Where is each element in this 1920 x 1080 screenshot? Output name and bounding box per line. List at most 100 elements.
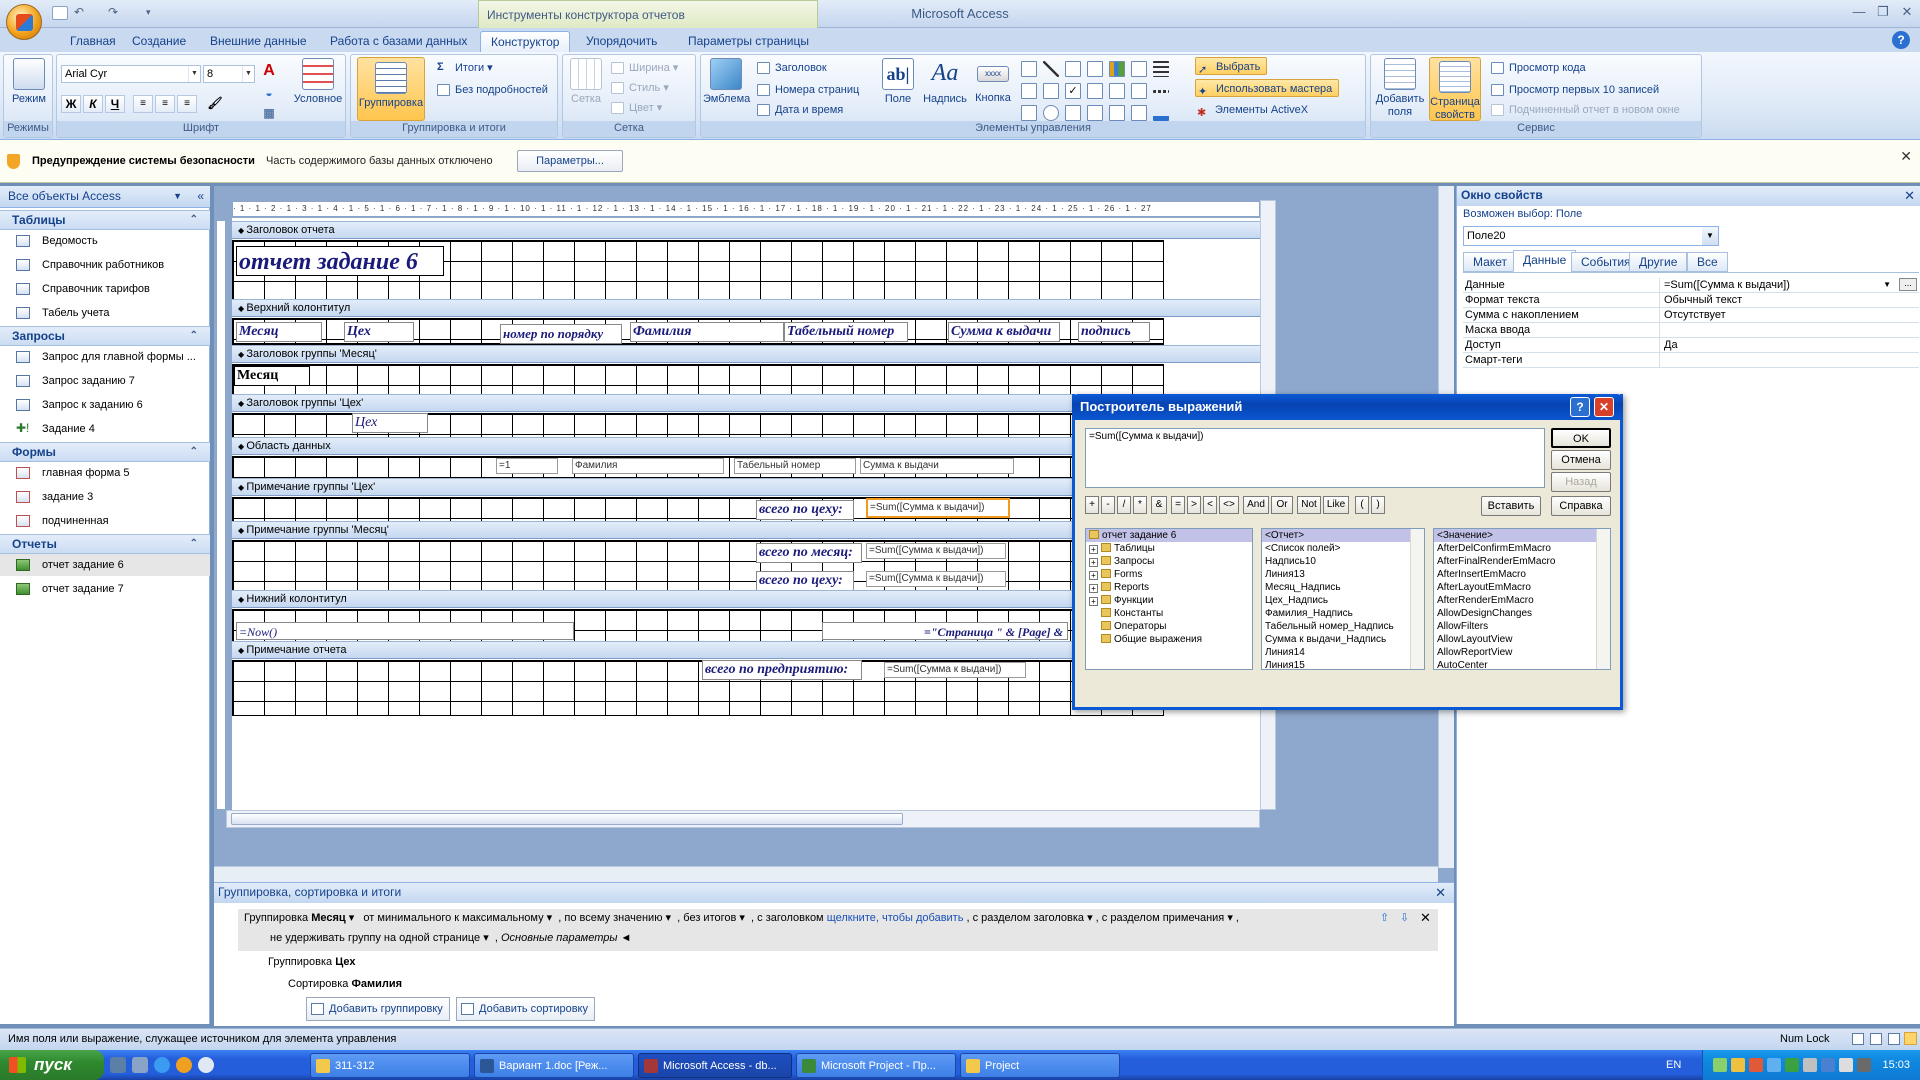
list-item[interactable]: + Reports [1086,581,1252,594]
list-item[interactable]: <Список полей> [1262,542,1424,555]
detail-number-field[interactable]: =1 [496,458,558,474]
prop-value[interactable] [1659,323,1915,337]
expand-icon[interactable]: + [1089,558,1098,567]
hyperlink-icon[interactable] [1087,61,1103,77]
width-button[interactable]: Ширина ▾ [609,59,678,77]
op-minus-button[interactable]: - [1101,496,1115,514]
op-lparen-button[interactable]: ( [1355,496,1369,514]
value-list[interactable]: <Значение> AfterDelConfirmEmMacro AfterF… [1433,528,1611,670]
prop-value[interactable]: Отсутствует [1659,308,1915,322]
sort-field-name[interactable]: Фамилия [351,978,402,990]
tab-database-tools[interactable]: Работа с базами данных [320,31,477,52]
list-item[interactable]: AllowFilters [1434,620,1610,633]
tab-external-data[interactable]: Внешние данные [200,31,317,52]
quicklaunch-icon[interactable] [132,1057,148,1073]
prop-value[interactable] [1659,353,1915,367]
color-button[interactable]: Цвет ▾ [609,99,662,117]
underline-button[interactable]: Ч [105,95,125,113]
header-label-number[interactable]: номер по порядку [500,324,622,344]
nav-item-table[interactable]: Справочник тарифов [0,278,210,300]
add-title-link[interactable]: щелкните, чтобы добавить [827,912,964,924]
font-size-combo[interactable]: 8 ▼ [203,65,255,83]
align-center-button[interactable]: ≡ [155,95,175,113]
undo-icon[interactable]: ↶ [74,6,90,20]
report-title-label[interactable]: отчет задание 6 [236,246,444,276]
prop-row-control-source[interactable]: Данные =Sum([Сумма к выдачи]) ▼... [1463,278,1919,293]
start-button[interactable]: пуск [0,1050,104,1080]
help-icon[interactable]: ? [1570,397,1590,417]
header-label-sum[interactable]: Сумма к выдачи [948,322,1060,342]
tab-home[interactable]: Главная [60,31,126,52]
scroll-thumb[interactable] [231,813,903,825]
line-thickness-icon[interactable] [1153,61,1169,77]
group-field-name[interactable]: Цех [335,956,355,968]
nav-item-query[interactable]: Запрос к заданию 6 [0,394,210,416]
close-icon[interactable]: ✕ [1904,186,1915,205]
footer-page-field[interactable]: ="Страница " & [Page] & [822,622,1068,640]
list-item[interactable]: +Константы [1086,607,1252,620]
field-button[interactable]: ab| Поле [879,58,917,106]
customize-qat-icon[interactable]: ▾ [146,6,162,20]
property-sheet-button[interactable]: Страница свойств [1429,57,1481,121]
prop-value[interactable]: Да [1659,338,1915,352]
view-button[interactable]: Режим [9,58,49,106]
taskbar-item-folder[interactable]: 311-312 [310,1053,470,1078]
subreport-window-button[interactable]: Подчиненный отчет в новом окне [1489,101,1680,119]
help-button[interactable]: Справка [1551,496,1611,516]
group-on-option[interactable]: по всему значению [564,912,662,924]
chevron-down-icon[interactable]: ▼ [1883,278,1891,292]
chevron-down-icon[interactable]: ▼ [173,186,182,207]
tray-icon[interactable] [1785,1058,1799,1072]
activex-button[interactable]: ✱ Элементы ActiveX [1195,101,1308,119]
close-button[interactable]: ✕ [1894,4,1920,22]
expression-box[interactable]: =Sum([Сумма к выдачи]) [1085,428,1545,488]
move-up-icon[interactable]: ⇧ [1380,909,1389,927]
nav-item-report[interactable]: отчет задание 6 [0,554,210,576]
nav-section-forms[interactable]: Формы ⌃ [0,442,210,462]
font-name-combo[interactable]: Arial Cyr ▼ [61,65,201,83]
nav-item-table[interactable]: Табель учета [0,302,210,324]
conditional-format-button[interactable]: Условное [291,58,345,106]
page-numbers-button[interactable]: Номера страниц [755,81,859,99]
outer-horizontal-scrollbar[interactable] [214,866,1438,882]
clock[interactable]: 15:03 [1882,1050,1910,1080]
close-icon[interactable]: ✕ [1900,148,1912,165]
list-item[interactable]: Сумма к выдачи_Надпись [1262,633,1424,646]
save-icon[interactable] [52,6,68,20]
op-multiply-button[interactable]: * [1133,496,1147,514]
nav-item-query[interactable]: Запрос для главной формы ... [0,346,210,368]
prop-row-input-mask[interactable]: Маска ввода [1463,323,1919,338]
nav-item-form[interactable]: подчиненная [0,510,210,532]
builder-ellipsis-icon[interactable]: ... [1899,278,1917,291]
cex-total-field[interactable]: =Sum([Сумма к выдачи]) [866,498,1010,518]
list-item[interactable]: <Отчет> [1262,529,1424,542]
nav-section-queries[interactable]: Запросы ⌃ [0,326,210,346]
office-button[interactable] [6,4,42,40]
nav-item-form[interactable]: задание 3 [0,486,210,508]
expand-icon[interactable]: + [1089,545,1098,554]
list-item[interactable]: AllowDesignChanges [1434,607,1610,620]
prop-tab-other[interactable]: Другие [1629,252,1688,272]
select-button[interactable]: ➚ Выбрать [1195,57,1268,76]
nav-section-reports[interactable]: Отчеты ⌃ [0,534,210,554]
attachment-icon[interactable] [1109,105,1125,121]
band-group-header-month[interactable]: Заголовок группы 'Месяц' [232,345,1260,363]
nav-item-report[interactable]: отчет задание 7 [0,578,210,600]
nav-item-query[interactable]: ✚! Задание 4 [0,418,210,440]
tray-icon[interactable] [1749,1058,1763,1072]
tab-page-setup[interactable]: Параметры страницы [678,31,819,52]
taskbar-item-access[interactable]: Microsoft Access - db... [638,1053,792,1078]
format-painter-icon[interactable]: 🖌 [205,95,225,113]
tray-icon[interactable] [1767,1058,1781,1072]
gridlines-button[interactable]: Сетка [567,58,605,106]
list-item[interactable]: +Операторы [1086,620,1252,633]
security-options-button[interactable]: Параметры... [517,150,623,172]
add-group-button[interactable]: Добавить группировку [306,997,450,1021]
list-scrollbar[interactable] [1410,529,1424,669]
font-color-icon[interactable]: A [259,63,279,81]
op-and-button[interactable]: And [1243,496,1269,514]
op-not-button[interactable]: Not [1297,496,1321,514]
header-label-month[interactable]: Месяц [236,322,322,342]
close-icon[interactable]: ✕ [1435,883,1446,902]
group-field-name[interactable]: Месяц [311,912,345,924]
